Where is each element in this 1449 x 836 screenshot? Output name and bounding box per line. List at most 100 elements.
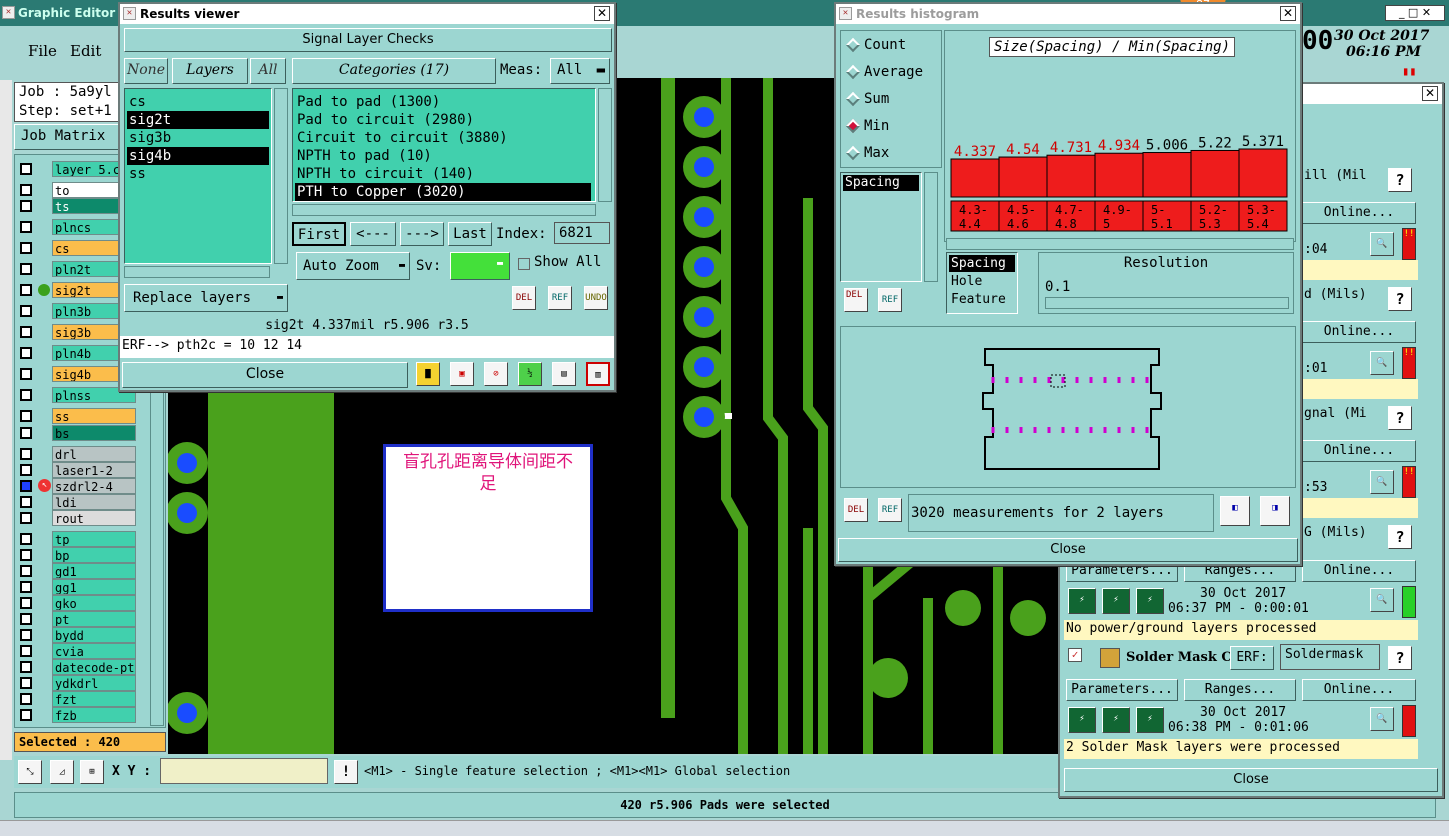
layer-row[interactable]: fzb	[20, 707, 138, 723]
category-hscroll[interactable]	[292, 204, 596, 216]
grid-icon[interactable]: ⊞	[80, 760, 104, 784]
layer-checkbox[interactable]	[20, 368, 32, 380]
replace-layers-select[interactable]: Replace layers ▬	[124, 284, 288, 312]
layer-row[interactable]: bydd	[20, 627, 138, 643]
none-button[interactable]: None	[124, 58, 168, 84]
highlight-icon[interactable]: ▇	[416, 362, 440, 386]
report-icon[interactable]: ▤	[552, 362, 576, 386]
zoom-result-icon[interactable]: 🔍	[1370, 588, 1394, 612]
layer-checkbox[interactable]	[20, 263, 32, 275]
histogram-bar[interactable]	[950, 158, 1000, 198]
all-button[interactable]: All	[250, 58, 286, 84]
layer-row[interactable]: ydkdrl	[20, 675, 138, 691]
alert-icon[interactable]: !	[334, 760, 358, 784]
close-icon[interactable]: ✕	[1280, 6, 1296, 21]
parameters-button-2[interactable]: Parameters...	[1066, 679, 1178, 701]
layer-checkbox[interactable]	[20, 512, 32, 524]
board-icon[interactable]: ▣	[450, 362, 474, 386]
histogram-bar[interactable]	[1238, 148, 1288, 198]
stop-run-icon-2[interactable]: ⚡	[1136, 707, 1164, 733]
measure-list-item[interactable]: Spacing	[843, 175, 919, 191]
histogram-bar[interactable]	[1142, 152, 1192, 198]
layer-checkbox[interactable]	[20, 661, 32, 673]
check-online-button[interactable]: Online...	[1302, 321, 1416, 343]
layer-checkbox[interactable]	[20, 305, 32, 317]
category-item[interactable]: NPTH to pad (10)	[295, 147, 591, 165]
results-close-button[interactable]: Close	[122, 362, 408, 388]
meas-select[interactable]: All ▬	[550, 58, 610, 84]
ranges-button-2[interactable]: Ranges...	[1184, 679, 1296, 701]
via-pad-highlighted[interactable]	[683, 396, 725, 438]
layer-checkbox[interactable]	[20, 549, 32, 561]
layer-checkbox[interactable]	[20, 581, 32, 593]
feature-item[interactable]: Hole	[949, 273, 1015, 290]
layer-row[interactable]: datecode-pt	[20, 659, 138, 675]
close-icon[interactable]: ✕	[594, 6, 610, 21]
first-button[interactable]: First	[292, 222, 346, 246]
layer-row[interactable]: bp	[20, 547, 138, 563]
layer-row[interactable]: cvia	[20, 643, 138, 659]
close-icon[interactable]: ✕	[1422, 86, 1438, 101]
check-online-button[interactable]: Online...	[1302, 440, 1416, 462]
no-ref-icon[interactable]: ⊘	[484, 362, 508, 386]
ref-icon[interactable]: REF	[878, 498, 902, 522]
histogram-bar[interactable]	[1190, 149, 1240, 198]
ref-icon[interactable]: REF	[878, 288, 902, 312]
category-list[interactable]: Pad to pad (1300) Pad to circuit (2980) Ci…	[292, 88, 596, 202]
layer-checkbox[interactable]	[20, 709, 32, 721]
category-item[interactable]: Pad to circuit (2980)	[295, 111, 591, 129]
layer-checkbox[interactable]	[20, 693, 32, 705]
menu-file[interactable]: File	[28, 42, 57, 60]
help-icon[interactable]: ?	[1388, 406, 1412, 430]
layer-row[interactable]: ss	[20, 408, 138, 424]
layer-select-item[interactable]: cs	[127, 93, 269, 111]
measure-icon[interactable]: ◿	[50, 760, 74, 784]
layer-row[interactable]: tp	[20, 531, 138, 547]
layer-row[interactable]: rout	[20, 510, 138, 526]
del-icon[interactable]: DEL	[844, 498, 868, 522]
layer-row[interactable]: ↖ szdrl2-4	[20, 478, 138, 494]
zoom-result-icon[interactable]: 🔍	[1370, 470, 1394, 494]
help-icon[interactable]: ?	[1388, 646, 1412, 670]
menu-edit[interactable]: Edit	[70, 42, 101, 60]
next-button[interactable]: --->	[400, 222, 444, 246]
online-button[interactable]: Online...	[1302, 560, 1416, 582]
layer-select-item[interactable]: sig2t	[127, 111, 269, 129]
online-button-2[interactable]: Online...	[1302, 679, 1416, 701]
layer-row[interactable]: gd1	[20, 563, 138, 579]
ref-icon[interactable]: REF	[548, 286, 572, 310]
erf-value[interactable]: Soldermask	[1280, 644, 1380, 670]
histogram-bar[interactable]	[1094, 152, 1144, 198]
category-scrollbar[interactable]	[598, 88, 612, 202]
layer-row[interactable]: drl	[20, 446, 138, 462]
layer-checkbox[interactable]	[20, 326, 32, 338]
zoom-fit-icon[interactable]: ⤡	[18, 760, 42, 784]
layer-select-item[interactable]: ss	[127, 165, 269, 183]
layer-checkbox[interactable]	[20, 629, 32, 641]
zoom-result-icon[interactable]: 🔍	[1370, 232, 1394, 256]
layer-checkbox[interactable]	[20, 347, 32, 359]
layer-checkbox[interactable]	[20, 597, 32, 609]
layer-checkbox[interactable]	[20, 496, 32, 508]
category-item[interactable]: Circuit to circuit (3880)	[295, 129, 591, 147]
help-icon[interactable]: ?	[1388, 168, 1412, 192]
run-step-icon[interactable]: ⚡	[1102, 588, 1130, 614]
undo-icon[interactable]: UNDO	[584, 286, 608, 310]
layers-button[interactable]: Layers	[172, 58, 248, 84]
category-item[interactable]: NPTH to circuit (140)	[295, 165, 591, 183]
erf-button[interactable]: ERF:	[1230, 646, 1274, 670]
layer-row[interactable]: bs	[20, 425, 138, 441]
stop-run-icon[interactable]: ⚡	[1136, 588, 1164, 614]
layer-checkbox[interactable]	[20, 221, 32, 233]
auto-zoom-select[interactable]: Auto Zoom ▬	[296, 252, 410, 280]
order-icon[interactable]: ½	[518, 362, 542, 386]
layer-checkbox[interactable]	[20, 613, 32, 625]
layer-row[interactable]: gg1	[20, 579, 138, 595]
checklist-close-button[interactable]: Close	[1064, 768, 1438, 792]
solder-check-box[interactable]: ✓	[1068, 648, 1082, 662]
prev-button[interactable]: <---	[350, 222, 396, 246]
histogram-bar[interactable]	[998, 156, 1048, 198]
run-step-icon-2[interactable]: ⚡	[1102, 707, 1130, 733]
category-item[interactable]: PTH to Copper (3020)	[295, 183, 591, 201]
resolution-slider[interactable]	[1045, 297, 1289, 309]
